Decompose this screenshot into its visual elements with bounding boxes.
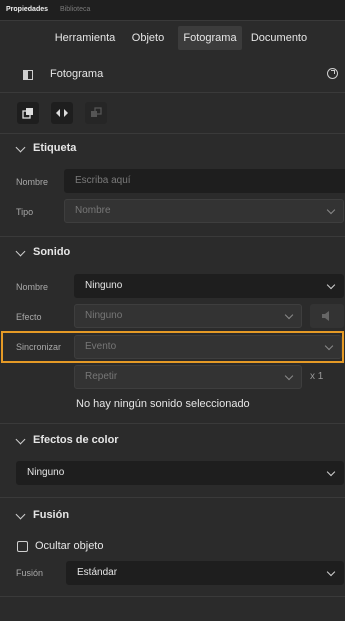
chevron-down-icon [284,371,294,381]
label-name-label: Nombre [16,177,49,187]
chevron-down-icon [326,567,336,577]
sound-effect-select[interactable]: Ninguno [74,304,302,328]
disabled-action-button[interactable] [85,102,107,124]
section-sonido-title: Sonido [33,246,71,258]
swap-arrows-icon [56,109,68,117]
blend-value: Estándar [77,567,118,578]
sound-repeat-select[interactable]: Repetir [74,365,302,389]
color-effect-value: Ninguno [27,467,65,478]
frame-title: Fotograma [50,68,104,80]
tab-documento[interactable]: Documento [248,26,310,50]
frame-icon [23,70,33,80]
panel-tab-library[interactable]: Biblioteca [60,0,90,20]
chevron-down-icon [324,341,334,351]
section-blend-title: Fusión [33,509,70,521]
sound-effect-value: Ninguno [85,310,123,321]
label-type-label: Tipo [16,207,34,217]
sound-repeat-value: Repetir [85,371,118,382]
color-effect-select[interactable]: Ninguno [16,461,344,485]
label-type-select[interactable]: Nombre [64,199,344,223]
chevron-down-icon [326,280,336,290]
hide-object-checkbox[interactable] [17,541,28,552]
tab-objeto[interactable]: Objeto [125,26,171,50]
section-etiqueta-title: Etiqueta [33,142,77,154]
sound-sync-value: Evento [85,341,117,352]
convert-to-keyframe-button[interactable] [17,102,39,124]
sound-status: No hay ningún sonido seleccionado [76,398,250,410]
link-icon [91,107,102,117]
label-type-value: Nombre [75,205,111,216]
speaker-icon [322,311,329,321]
sound-name-select[interactable]: Ninguno [74,274,344,298]
chevron-down-icon[interactable] [15,434,26,445]
blend-select[interactable]: Estándar [66,561,344,585]
label-name-input[interactable]: Escriba aquí [64,169,345,193]
sound-sync-label: Sincronizar [16,342,62,352]
open-external-icon[interactable] [327,68,338,79]
blend-label: Fusión [16,568,44,578]
chevron-down-icon[interactable] [15,142,26,153]
section-color-title: Efectos de color [33,434,119,446]
sound-name-value: Ninguno [85,280,123,291]
chevron-down-icon[interactable] [15,509,26,520]
hide-object-label: Ocultar objeto [35,540,104,552]
chevron-down-icon [326,205,336,215]
keyframe-convert-icon [22,108,33,119]
sound-name-label: Nombre [16,282,49,292]
tab-fotograma[interactable]: Fotograma [178,26,242,50]
panel-tab-strip: Propiedades Biblioteca [0,0,345,21]
properties-tab-bar: Herramienta Objeto Fotograma Documento [0,20,345,56]
panel-tab-properties[interactable]: Propiedades [6,0,48,20]
repeat-count[interactable]: x 1 [310,371,323,382]
tab-herramienta[interactable]: Herramienta [50,26,120,50]
chevron-down-icon [326,467,336,477]
chevron-down-icon[interactable] [15,246,26,257]
sound-sync-select[interactable]: Evento [74,335,342,359]
chevron-down-icon [284,310,294,320]
sound-effect-label: Efecto [16,312,42,322]
swap-button[interactable] [51,102,73,124]
edit-sound-button[interactable] [310,304,344,328]
